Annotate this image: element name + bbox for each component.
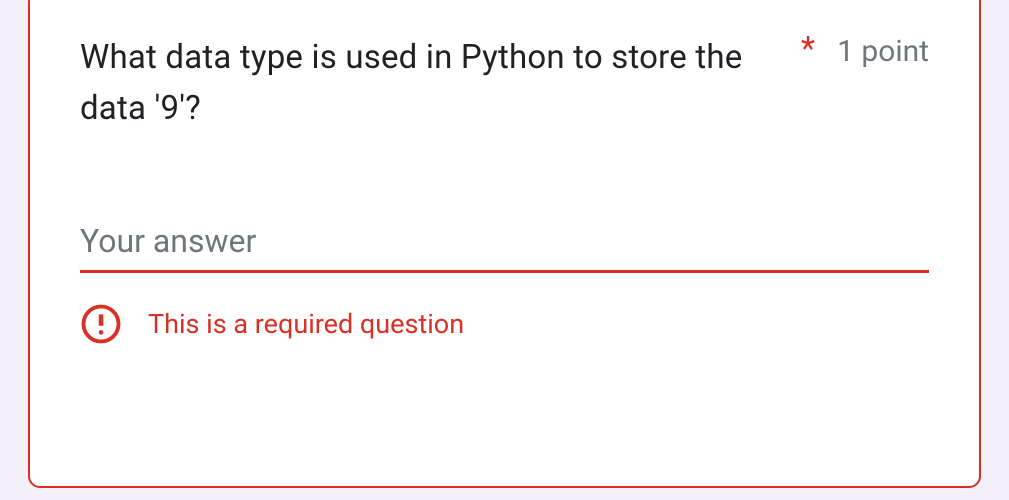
points-label: 1 point <box>837 34 929 69</box>
question-text: What data type is used in Python to stor… <box>80 32 779 134</box>
alert-icon <box>80 303 122 345</box>
answer-input[interactable] <box>80 214 929 273</box>
required-asterisk: * <box>801 30 815 69</box>
error-message: This is a required question <box>80 303 929 345</box>
question-header: What data type is used in Python to stor… <box>80 32 929 134</box>
question-card: What data type is used in Python to stor… <box>28 0 981 488</box>
error-text: This is a required question <box>148 308 464 340</box>
